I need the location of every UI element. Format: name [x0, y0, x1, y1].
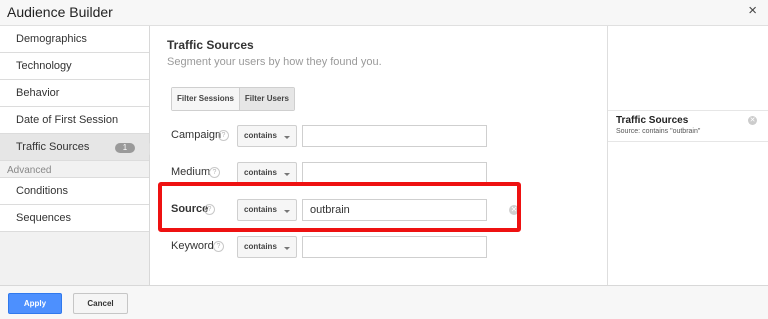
caret-down-icon — [284, 247, 290, 250]
panel-heading: Traffic Sources — [167, 38, 254, 52]
filter-scope-toggle: Filter Sessions Filter Users — [171, 87, 295, 111]
summary-panel: Traffic Sources Source: contains "outbra… — [607, 26, 768, 285]
summary-description: Source: contains "outbrain" — [616, 128, 701, 135]
filter-panel: Traffic Sources Segment your users by ho… — [150, 26, 607, 285]
campaign-input[interactable] — [302, 125, 487, 147]
filter-row-medium: Medium ? contains — [171, 162, 601, 184]
caret-down-icon — [284, 173, 290, 176]
sidebar-item-label: Conditions — [16, 185, 68, 197]
sidebar-item-conditions[interactable]: Conditions — [0, 178, 149, 205]
caret-down-icon — [284, 210, 290, 213]
sidebar-item-label: Demographics — [16, 33, 87, 45]
filter-label: Campaign — [171, 129, 222, 141]
clear-icon[interactable]: ✕ — [509, 205, 519, 215]
cancel-button[interactable]: Cancel — [73, 293, 128, 314]
close-icon[interactable]: × — [748, 2, 757, 20]
filter-row-source: Source ? contains ✕ — [171, 199, 601, 221]
help-icon[interactable]: ? — [218, 130, 229, 141]
sidebar-item-label: Sequences — [16, 212, 72, 224]
operator-dropdown[interactable]: contains — [237, 199, 297, 221]
sidebar-item-traffic-sources[interactable]: Traffic Sources 1 — [0, 134, 149, 161]
sidebar-item-technology[interactable]: Technology — [0, 53, 149, 80]
summary-title: Traffic Sources — [616, 115, 689, 126]
filter-label: Source — [171, 203, 209, 215]
count-badge: 1 — [115, 143, 135, 153]
help-icon[interactable]: ? — [204, 204, 215, 215]
sidebar-item-date-of-first-session[interactable]: Date of First Session — [0, 107, 149, 134]
sidebar-item-label: Behavior — [16, 87, 60, 99]
operator-value: contains — [244, 205, 277, 214]
dialog-titlebar: Audience Builder × — [0, 0, 768, 26]
sidebar-item-label: Technology — [16, 60, 72, 72]
filter-users-option[interactable]: Filter Users — [238, 88, 294, 110]
summary-card: Traffic Sources Source: contains "outbra… — [608, 110, 768, 142]
operator-value: contains — [244, 131, 277, 140]
sidebar-item-label: Date of First Session — [16, 114, 119, 126]
operator-dropdown[interactable]: contains — [237, 162, 297, 184]
filter-row-keyword: Keyword ? contains — [171, 236, 601, 258]
apply-button[interactable]: Apply — [8, 293, 62, 314]
caret-down-icon — [284, 136, 290, 139]
filter-label: Medium — [171, 166, 211, 178]
sidebar: Demographics Technology Behavior Date of… — [0, 26, 150, 285]
help-icon[interactable]: ? — [213, 241, 224, 252]
remove-condition-icon[interactable]: ✕ — [748, 116, 757, 125]
source-input[interactable] — [302, 199, 487, 221]
filter-sessions-option[interactable]: Filter Sessions — [172, 88, 239, 110]
sidebar-item-label: Traffic Sources — [16, 141, 90, 153]
help-icon[interactable]: ? — [209, 167, 220, 178]
sidebar-item-behavior[interactable]: Behavior — [0, 80, 149, 107]
sidebar-item-demographics[interactable]: Demographics — [0, 26, 149, 53]
filter-label: Keyword — [171, 240, 214, 252]
operator-dropdown[interactable]: contains — [237, 236, 297, 258]
dialog-body: Demographics Technology Behavior Date of… — [0, 26, 768, 285]
operator-value: contains — [244, 242, 277, 251]
sidebar-item-sequences[interactable]: Sequences — [0, 205, 149, 232]
panel-subheading: Segment your users by how they found you… — [167, 56, 382, 68]
medium-input[interactable] — [302, 162, 487, 184]
operator-dropdown[interactable]: contains — [237, 125, 297, 147]
keyword-input[interactable] — [302, 236, 487, 258]
filter-row-campaign: Campaign ? contains — [171, 125, 601, 147]
advanced-section-label: Advanced — [0, 161, 149, 178]
dialog-title: Audience Builder — [7, 4, 113, 20]
operator-value: contains — [244, 168, 277, 177]
dialog-footer: Apply Cancel — [0, 285, 768, 319]
